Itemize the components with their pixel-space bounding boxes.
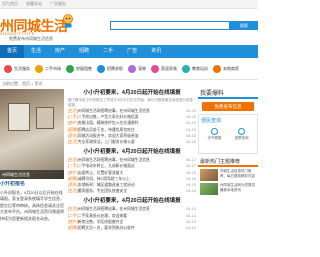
news-block: 小小升初要来，4月20日起开始在线填报 据了解今年小升初报名工作将于4月20日正… xyxy=(68,89,196,145)
nav-item-news[interactable]: 资讯 xyxy=(144,45,168,58)
hot-topics-heading: 最新热门主题推荐 xyxy=(198,158,258,167)
breadcrumb: 当前位置：首页 > 资讯 xyxy=(2,81,43,86)
hot-topic-text: 同城生活信息热门推荐，每日更新精彩内容 xyxy=(220,169,255,178)
category-item[interactable]: 本地商家 xyxy=(213,64,239,73)
search-button[interactable]: 搜索 xyxy=(230,21,258,30)
featured-image-caption: 州同城生活信息 xyxy=(0,170,64,179)
category-label: 二手市场 xyxy=(45,65,61,71)
category-label: 家居家装 xyxy=(161,65,177,71)
list-item[interactable]: [生活]专业家政保洁，上门服务价格公道 04-18 xyxy=(68,139,196,145)
news-headline[interactable]: 小小升初要来，4月20日起开始在线填报 xyxy=(68,148,196,157)
category-label: 生活服务 xyxy=(14,65,30,71)
news-column: 小小升初要来，4月20日起开始在线填报 据了解今年小升初报名工作将于4月20日正… xyxy=(68,89,196,234)
news-headline[interactable]: 小小升初要来，4月20日起开始在线填报 xyxy=(68,89,196,98)
category-item[interactable]: 教育培训 xyxy=(182,64,208,73)
category-bar: 生活服务 二手市场 房屋租售 招聘求职 宠物 家居家装 教育培训 本地商家 xyxy=(0,58,258,80)
hot-topic-thumbnail xyxy=(200,183,218,195)
car-icon xyxy=(238,128,245,135)
mascot-logo-icon xyxy=(63,14,73,28)
quick-query-panel: 便民查询 天气预报 违章查询 xyxy=(198,114,258,154)
category-icon xyxy=(182,64,190,73)
nav-item-life[interactable]: 生活 xyxy=(24,45,48,58)
featured-article-title[interactable]: 小升初报名 xyxy=(0,181,66,188)
nav-item-ads[interactable]: 广告 xyxy=(120,45,144,58)
site-tagline: 免费发布州同城生活信息 xyxy=(9,36,53,41)
list-item[interactable]: [招聘]招聘文员一名，要求熟练办公软件 04-13 xyxy=(68,225,196,231)
category-icon xyxy=(4,64,12,73)
bookmark-link[interactable]: 收藏本站 xyxy=(26,1,42,7)
category-item[interactable]: 家居家装 xyxy=(151,64,177,73)
photo-window-shape xyxy=(8,103,30,131)
quick-query-item[interactable]: 天气预报 xyxy=(202,128,227,141)
weather-icon xyxy=(211,128,218,135)
hot-topic-text: 州同城生活网为您提供最新本地资讯 xyxy=(220,183,255,192)
set-homepage-link[interactable]: 设为首页 xyxy=(2,1,18,7)
category-label: 本地商家 xyxy=(223,65,239,71)
category-item[interactable]: 招聘求职 xyxy=(97,64,123,73)
category-item[interactable]: 房屋租售 xyxy=(66,64,92,73)
news-headline[interactable]: 小小升初要来，4月20日起开始在线填报 xyxy=(68,197,196,206)
news-list: [生活]州同城生活网招聘启事，在州同城生活信息 04-20 [二手]二手房出售，户… xyxy=(68,108,196,145)
quick-query-item[interactable]: 违章查询 xyxy=(229,128,254,141)
post-info-button[interactable]: 免费发布信息 xyxy=(202,102,254,111)
nav-item-housing[interactable]: 房产 xyxy=(48,45,72,58)
search-input[interactable] xyxy=(110,21,230,30)
top-utility-bar: 设为首页 收藏本站 广告服务 xyxy=(0,0,258,9)
featured-article: 小升初报名 小升初报名，4月20日以后开始在线填报。家长登录系统填写学生信息，提… xyxy=(0,181,66,257)
nav-item-secondhand[interactable]: 二手 xyxy=(96,45,120,58)
news-list: [生活]州同城生活网招聘启事，在州同城生活信息 04-17 [二手]二手电动车转让… xyxy=(68,157,196,194)
hot-topic-thumbnail xyxy=(200,169,218,181)
category-label: 教育培训 xyxy=(192,65,208,71)
featured-article-body: 小升初报名，4月20日以后开始在线填报。家长登录系统填写学生信息，提交后等待审核… xyxy=(0,189,64,221)
hot-topic-item[interactable]: 州同城生活网为您提供最新本地资讯 xyxy=(198,181,258,195)
quick-query-heading: 便民查询 xyxy=(201,118,222,124)
category-icon xyxy=(97,64,105,73)
nav-item-jobs[interactable]: 招聘 xyxy=(72,45,96,58)
news-description: 据了解今年小升初报名工作将于4月20日正式开始，家长可登录报名系统进行信息填报 xyxy=(68,98,193,107)
news-list: [生活]州同城生活网招聘启事，在州同城生活信息 04-14 [二手]二手家具低价处… xyxy=(68,206,196,231)
category-icon xyxy=(128,64,136,73)
category-icon xyxy=(66,64,74,73)
category-item[interactable]: 宠物 xyxy=(128,64,146,73)
category-label: 房屋租售 xyxy=(76,65,92,71)
category-label: 招聘求职 xyxy=(107,65,123,71)
nav-item-home[interactable]: 首页 xyxy=(0,45,25,58)
site-header: 州同城生活 ZHOUCITYLIFE 免费发布州同城生活信息 搜索 xyxy=(0,9,258,45)
list-item[interactable]: [生活]搬家服务，专业团队快速安全 04-15 xyxy=(68,188,196,194)
photo-window-shape xyxy=(36,107,54,129)
sidebar: 我要爆料 免费发布信息 便民查询 天气预报 违章查询 最新热门主题推荐 同城生活… xyxy=(198,89,258,195)
advertise-link[interactable]: 广告服务 xyxy=(50,1,66,7)
category-item[interactable]: 生活服务 xyxy=(4,64,30,73)
category-icon xyxy=(213,64,221,73)
category-item[interactable]: 二手市场 xyxy=(35,64,61,73)
quick-query-grid: 天气预报 违章查询 xyxy=(199,126,257,143)
sidebar-heading: 我要爆料 xyxy=(198,89,258,99)
main-content: 州同城生活信息 小升初报名 小升初报名，4月20日以后开始在线填报。家长登录系统… xyxy=(0,89,258,257)
main-nav: 首页 生活 房产 招聘 二手 广告 资讯 xyxy=(0,45,258,58)
featured-image[interactable]: 州同城生活信息 xyxy=(0,89,64,179)
news-block: 小小升初要来，4月20日起开始在线填报 [生活]州同城生活网招聘启事，在州同城生… xyxy=(68,148,196,194)
hot-topic-item[interactable]: 同城生活信息热门推荐，每日更新精彩内容 xyxy=(198,167,258,181)
hot-topics: 最新热门主题推荐 同城生活信息热门推荐，每日更新精彩内容 州同城生活网为您提供最… xyxy=(198,158,258,195)
category-icon xyxy=(151,64,159,73)
news-block: 小小升初要来，4月20日起开始在线填报 [生活]州同城生活网招聘启事，在州同城生… xyxy=(68,197,196,231)
category-label: 宠物 xyxy=(138,65,146,71)
category-icon xyxy=(35,64,43,73)
